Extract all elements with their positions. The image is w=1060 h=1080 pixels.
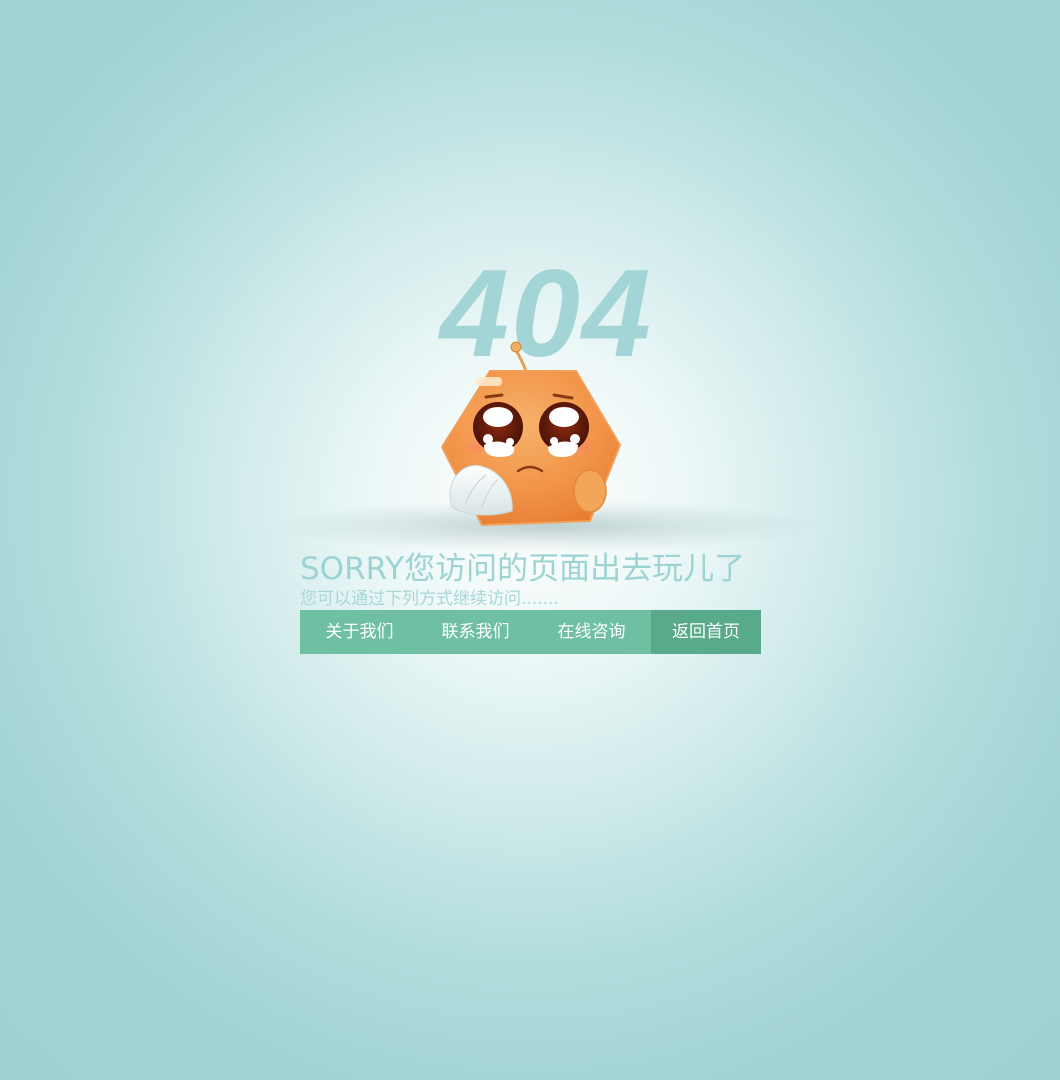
online-consult-button[interactable]: 在线咨询 xyxy=(532,610,651,654)
crying-orange-mascot-icon xyxy=(441,341,621,526)
nav-button-bar: 关于我们 联系我们 在线咨询 返回首页 xyxy=(300,610,761,654)
back-home-button[interactable]: 返回首页 xyxy=(651,610,761,654)
error-page: 404 SORRY您访问的页面出去玩儿了 您可以通过下列方式继续访问......… xyxy=(0,0,1060,1080)
error-subline: 您可以通过下列方式继续访问....... xyxy=(300,589,559,609)
error-headline: SORRY您访问的页面出去玩儿了 xyxy=(300,551,746,587)
contact-us-button[interactable]: 联系我们 xyxy=(419,610,532,654)
about-us-button[interactable]: 关于我们 xyxy=(300,610,419,654)
